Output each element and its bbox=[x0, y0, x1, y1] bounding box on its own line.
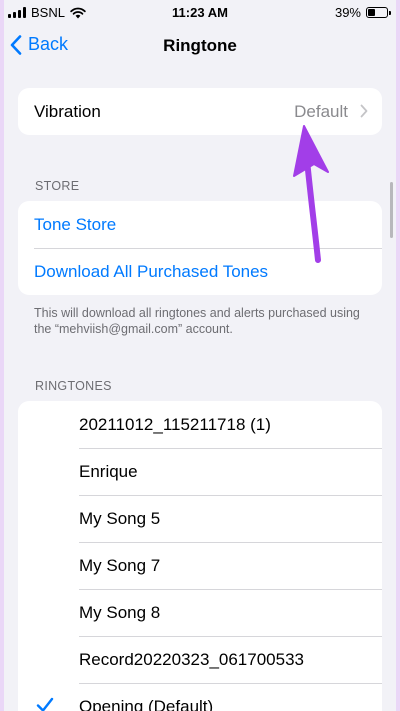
checkmark-icon bbox=[36, 697, 54, 711]
battery-icon bbox=[366, 7, 391, 18]
ringtone-row[interactable]: My Song 5 bbox=[18, 495, 382, 542]
vibration-value: Default bbox=[294, 101, 348, 121]
settings-screen: BSNL 11:23 AM 39% Back Ringtone Vibratio… bbox=[4, 0, 396, 711]
ringtone-label: My Song 8 bbox=[79, 602, 161, 622]
store-section-header: STORE bbox=[35, 179, 80, 193]
ringtone-row[interactable]: My Song 7 bbox=[18, 542, 382, 589]
ringtone-row-selected[interactable]: Opening (Default) bbox=[18, 683, 382, 711]
ringtone-label: Enrique bbox=[79, 461, 138, 481]
status-bar: BSNL 11:23 AM 39% bbox=[4, 0, 396, 24]
ringtone-row[interactable]: 20211012_115211718 (1) bbox=[18, 401, 382, 448]
status-right: 39% bbox=[334, 5, 391, 20]
ringtone-label: 20211012_115211718 (1) bbox=[79, 414, 271, 434]
scroll-indicator[interactable] bbox=[390, 182, 393, 238]
tone-store-link: Tone Store bbox=[34, 214, 117, 234]
ringtone-row[interactable]: Enrique bbox=[18, 448, 382, 495]
chevron-right-icon bbox=[360, 104, 368, 118]
ringtones-group: 20211012_115211718 (1) Enrique My Song 5… bbox=[18, 401, 382, 711]
annotation-arrow-icon bbox=[293, 125, 329, 263]
ringtones-section-header: RINGTONES bbox=[35, 379, 112, 393]
battery-fill bbox=[368, 9, 376, 16]
ringtone-label: My Song 7 bbox=[79, 555, 161, 575]
vibration-label: Vibration bbox=[34, 101, 101, 121]
store-footer-note: This will download all ringtones and ale… bbox=[34, 306, 360, 336]
battery-percent: 39% bbox=[334, 5, 361, 20]
navigation-bar: Back Ringtone bbox=[4, 28, 396, 64]
ringtone-label: Record20220323_061700533 bbox=[79, 649, 304, 669]
ringtone-label: My Song 5 bbox=[79, 508, 161, 528]
ringtone-row[interactable]: My Song 8 bbox=[18, 589, 382, 636]
page-title: Ringtone bbox=[163, 36, 237, 55]
ringtone-label: Opening (Default) bbox=[79, 696, 214, 711]
download-purchased-tones-link: Download All Purchased Tones bbox=[34, 261, 269, 281]
ringtone-row[interactable]: Record20220323_061700533 bbox=[18, 636, 382, 683]
